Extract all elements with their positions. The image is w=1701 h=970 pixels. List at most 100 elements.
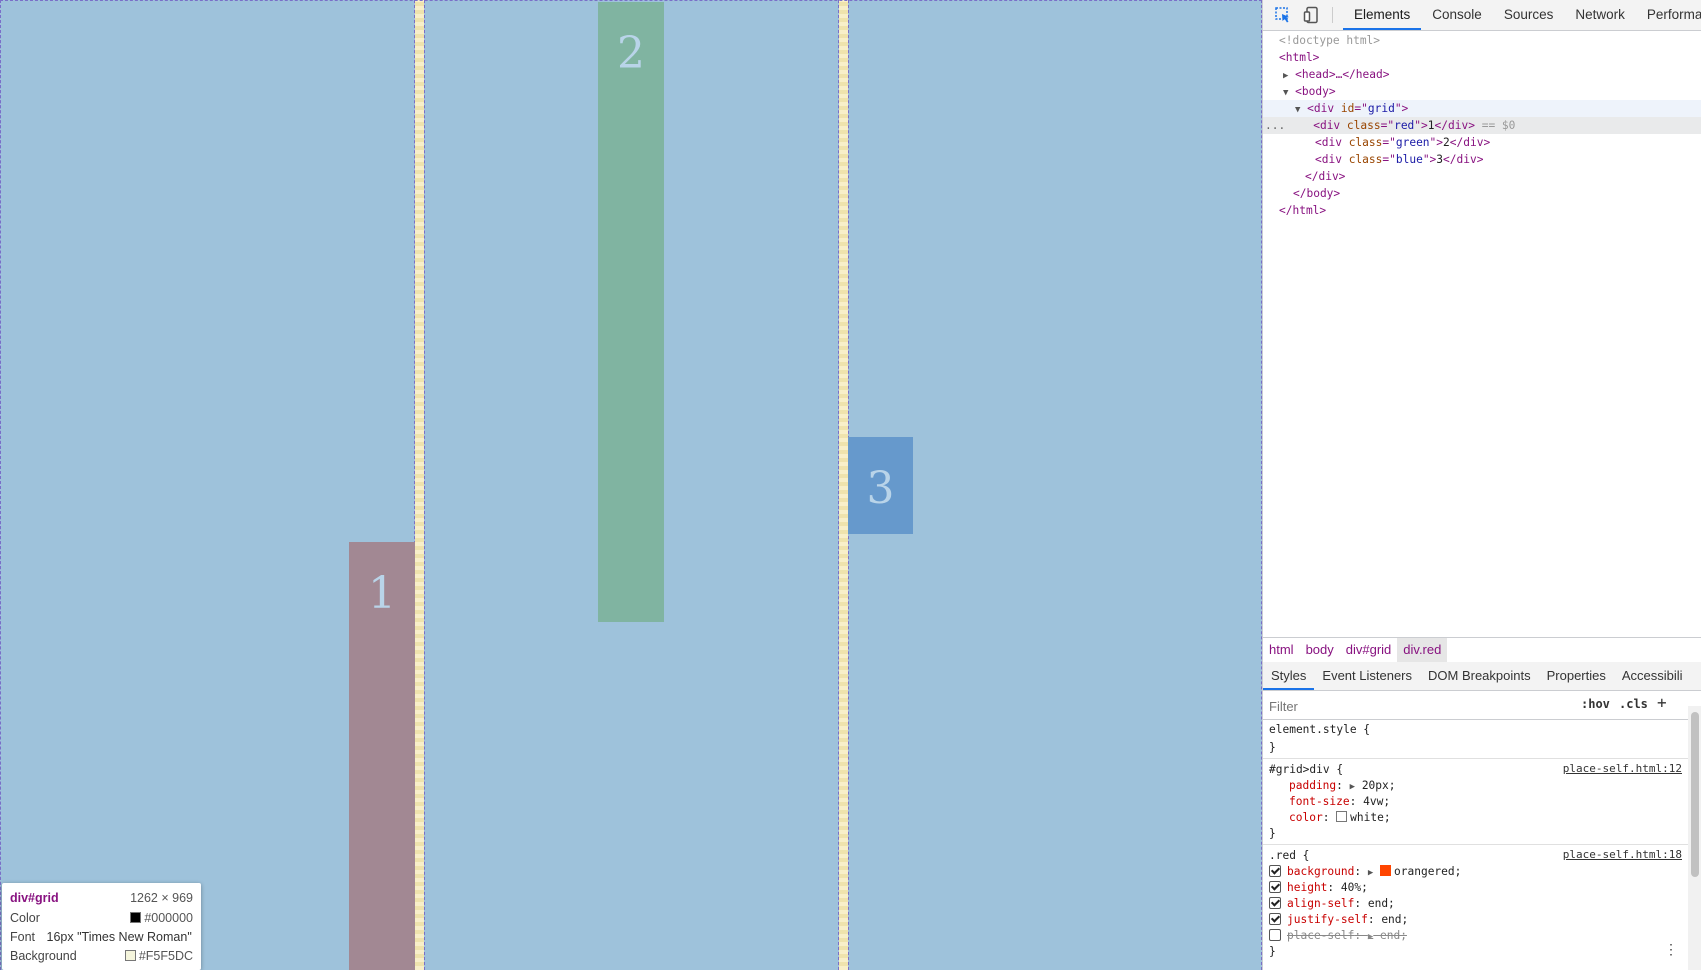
collapse-triangle-icon[interactable]: ▼	[1295, 105, 1300, 115]
tab-network[interactable]: Network	[1564, 0, 1636, 29]
tab-console[interactable]: Console	[1421, 0, 1493, 29]
dom-node-body-close[interactable]: </body>	[1263, 185, 1701, 202]
prop-name: align-self	[1287, 897, 1355, 910]
tooltip-font-value: 16px "Times New Roman"	[46, 930, 192, 944]
head-tag: <head>…</head>	[1295, 68, 1390, 81]
rule-divider	[1263, 844, 1688, 845]
grid-attr-value: grid	[1367, 102, 1395, 115]
prop-name: justify-self	[1287, 913, 1368, 926]
prop-value: end;	[1367, 897, 1395, 910]
rule2-prop-place-self[interactable]: place-self: ▶ end;	[1269, 928, 1407, 944]
breadcrumb-body[interactable]: body	[1300, 638, 1340, 662]
green-attr-value: green	[1395, 136, 1430, 149]
prop-name: padding	[1289, 779, 1337, 792]
tab-event-listeners[interactable]: Event Listeners	[1314, 662, 1420, 689]
grid-item-red[interactable]: 1	[349, 542, 415, 970]
dom-node-grid-close[interactable]: </div>	[1263, 168, 1701, 185]
grid-item-label: 2	[617, 28, 645, 79]
prop-value: 40%;	[1340, 881, 1368, 894]
rule1-prop-color[interactable]: color: white;	[1289, 810, 1391, 826]
red-attr-value: red	[1394, 119, 1415, 132]
tooltip-bg-value: #F5F5DC	[138, 949, 193, 963]
inspect-tooltip: div#grid 1262 × 969 Color #000000 Font 1…	[2, 883, 201, 970]
breadcrumb-html[interactable]: html	[1263, 638, 1300, 662]
expand-triangle-icon[interactable]: ▶	[1368, 868, 1373, 878]
collapse-triangle-icon[interactable]: ▼	[1283, 88, 1288, 98]
prop-value: end;	[1381, 913, 1409, 926]
grid-item-label: 3	[866, 463, 895, 514]
expand-triangle-icon[interactable]: ▶	[1283, 71, 1288, 81]
new-rule-button[interactable]: +	[1657, 693, 1667, 712]
white-swatch-icon[interactable]	[1336, 811, 1348, 822]
device-toolbar-icon[interactable]	[1303, 6, 1321, 24]
rule2-prop-align-self[interactable]: align-self: end;	[1269, 896, 1395, 912]
rule2-prop-height[interactable]: height: 40%;	[1269, 880, 1368, 896]
styles-pane: element.style { } #grid>div { place-self…	[1263, 720, 1688, 970]
grid-item-blue[interactable]: 3	[848, 437, 913, 534]
grid-gap-2	[839, 0, 848, 970]
tab-sources[interactable]: Sources	[1493, 0, 1565, 29]
property-checkbox[interactable]	[1269, 913, 1281, 925]
toolbar-divider	[1332, 7, 1333, 23]
grid-close-tag: </div>	[1305, 170, 1346, 183]
rule1-selector[interactable]: #grid>div {	[1269, 762, 1343, 778]
rule1-prop-padding[interactable]: padding: ▶ 20px;	[1289, 778, 1396, 794]
inspect-element-icon[interactable]	[1274, 6, 1292, 24]
dom-node-html[interactable]: <html>	[1263, 49, 1701, 66]
tab-styles[interactable]: Styles	[1263, 662, 1315, 690]
dom-node-red[interactable]: ... <div class="red">1</div> == $0	[1263, 117, 1701, 134]
dom-node-body[interactable]: ▼ <body>	[1263, 83, 1701, 100]
dom-node-grid[interactable]: ▼ <div id="grid">	[1263, 100, 1701, 117]
rule2-selector[interactable]: .red {	[1269, 848, 1309, 864]
property-checkbox[interactable]	[1269, 865, 1281, 877]
dom-node-html-close[interactable]: </html>	[1263, 202, 1701, 219]
expand-triangle-icon[interactable]: ▶	[1350, 782, 1355, 792]
property-checkbox[interactable]	[1269, 881, 1281, 893]
tab-elements[interactable]: Elements	[1343, 0, 1422, 30]
tab-dom-breakpoints[interactable]: DOM Breakpoints	[1420, 662, 1539, 689]
property-checkbox[interactable]	[1269, 897, 1281, 909]
rule2-source-link[interactable]: place-self.html:18	[1563, 848, 1682, 861]
tooltip-selector: div#grid	[10, 891, 59, 905]
tab-properties[interactable]: Properties	[1539, 662, 1614, 689]
prop-name: place-self	[1287, 929, 1355, 942]
prop-name: background	[1287, 865, 1355, 878]
rule1-prop-font-size[interactable]: font-size: 4vw;	[1289, 794, 1390, 810]
grid-item-green[interactable]: 2	[598, 2, 664, 622]
node-menu-icon[interactable]: ...	[1263, 119, 1285, 132]
dom-node-blue[interactable]: <div class="blue">3</div>	[1263, 151, 1701, 168]
property-checkbox[interactable]	[1269, 929, 1281, 941]
styles-filter-input[interactable]	[1267, 695, 1571, 717]
color-swatch-icon	[130, 912, 142, 923]
cls-button[interactable]: .cls	[1619, 697, 1648, 711]
rule2-prop-background[interactable]: background: ▶ orangered;	[1269, 864, 1461, 880]
devtools-toolbar: Elements Console Sources Network Performa	[1263, 0, 1701, 31]
more-options-icon[interactable]: ⋮	[1664, 942, 1678, 958]
prop-name: color	[1289, 811, 1323, 824]
breadcrumb-red[interactable]: div.red	[1397, 638, 1448, 662]
grid-tag-name: div	[1313, 102, 1335, 115]
doctype-text: <!doctype html>	[1279, 34, 1381, 47]
tab-performance[interactable]: Performa	[1636, 0, 1701, 29]
breadcrumb-grid[interactable]: div#grid	[1340, 638, 1398, 662]
tab-accessibility[interactable]: Accessibili	[1614, 662, 1691, 689]
expand-triangle-icon[interactable]: ▶	[1368, 932, 1373, 942]
blue-attr-value: blue	[1395, 153, 1423, 166]
element-style-selector[interactable]: element.style {	[1269, 722, 1370, 738]
rule2-close: }	[1269, 945, 1276, 958]
dom-node-green[interactable]: <div class="green">2</div>	[1263, 134, 1701, 151]
rule1-close: }	[1269, 827, 1276, 840]
prop-value: end;	[1380, 929, 1407, 942]
selected-marker: == $0	[1481, 119, 1516, 132]
devtools-tabs: Elements Console Sources Network Performa	[1343, 0, 1701, 30]
body-open-tag: <body>	[1295, 85, 1336, 98]
orangered-swatch-icon[interactable]	[1380, 865, 1392, 876]
dom-node-head[interactable]: ▶ <head>…</head>	[1263, 66, 1701, 83]
hov-button[interactable]: :hov	[1581, 697, 1610, 711]
rule2-prop-justify-self[interactable]: justify-self: end;	[1269, 912, 1408, 928]
dom-node-doctype[interactable]: <!doctype html>	[1263, 32, 1701, 49]
styles-scrollbar[interactable]	[1688, 706, 1701, 970]
rule1-source-link[interactable]: place-self.html:12	[1563, 762, 1682, 775]
scrollbar-thumb[interactable]	[1691, 712, 1699, 877]
dom-tree: <!doctype html> <html> ▶ <head>…</head> …	[1263, 31, 1701, 635]
